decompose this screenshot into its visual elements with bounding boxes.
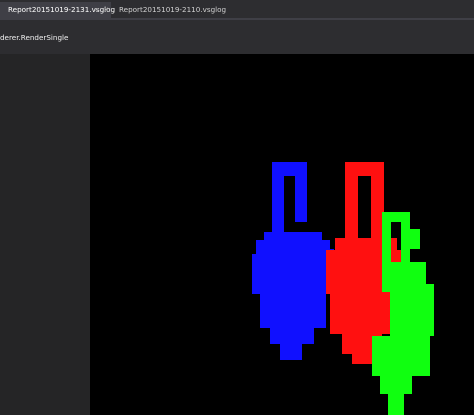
tab-label: Report20151019-2131.vsglog [8,5,116,14]
tab-label: Report20151019-2110.vsglog [119,5,227,14]
event-list-panel[interactable] [0,54,90,415]
tab-report-2110[interactable]: Report20151019-2110.vsglog [111,2,226,18]
pin-icon[interactable]: ▫ [95,2,99,18]
render-target-viewport[interactable] [90,54,474,415]
close-icon[interactable]: ✕ [103,2,109,18]
event-toolbar: derer.RenderSingle [0,20,474,54]
render-preview [252,162,434,415]
blue-figure [252,162,334,360]
document-tab-bar: Report20151019-2131.vsglog ▫ ✕ Report201… [0,0,474,18]
tab-report-2131[interactable]: Report20151019-2131.vsglog ▫ ✕ [0,2,115,18]
event-call-label: derer.RenderSingle [0,33,69,42]
